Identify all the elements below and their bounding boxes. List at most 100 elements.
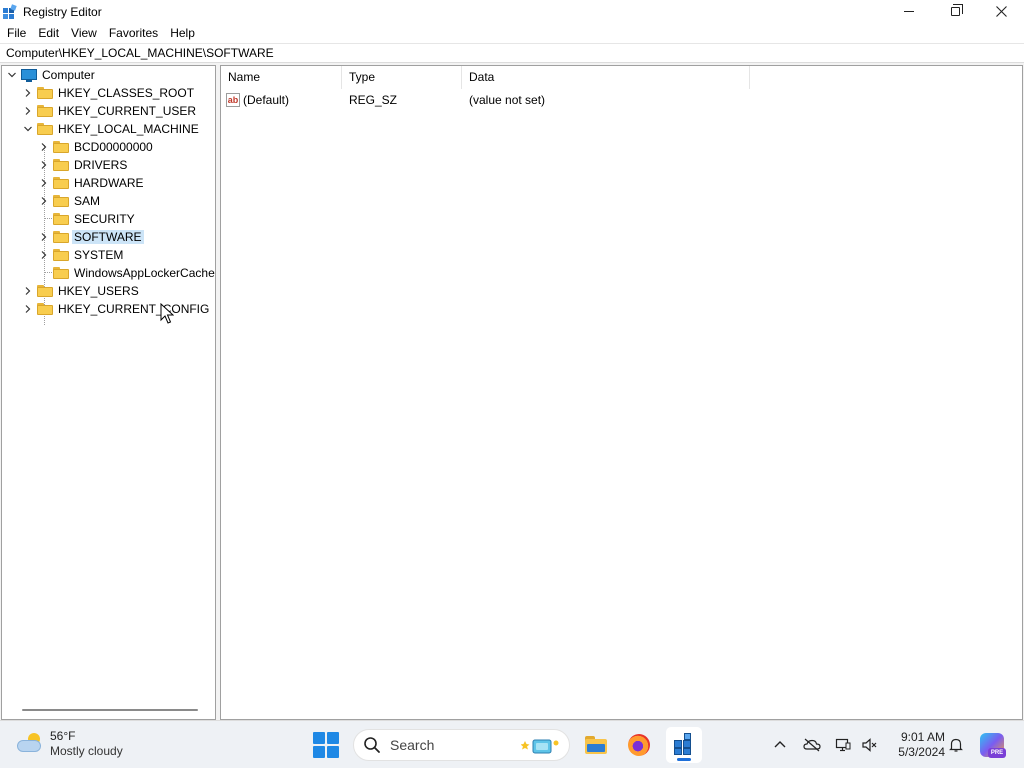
tree-node-label: HKEY_CLASSES_ROOT — [58, 86, 195, 100]
tree-node-system[interactable]: SYSTEM — [39, 246, 123, 264]
folder-icon — [53, 213, 69, 225]
chevron-right-icon[interactable] — [39, 142, 49, 152]
active-app-indicator — [677, 758, 691, 761]
chevron-right-icon[interactable] — [23, 286, 33, 296]
tree-node-hkey-local-machine[interactable]: HKEY_LOCAL_MACHINE — [23, 120, 199, 138]
tree-horizontal-scrollbar[interactable] — [22, 709, 198, 711]
tree-node-hkey-users[interactable]: HKEY_USERS — [23, 282, 139, 300]
tree-node-label: HKEY_CURRENT_USER — [58, 104, 197, 118]
folder-icon — [53, 231, 69, 243]
chevron-right-icon[interactable] — [39, 250, 49, 260]
tree-node-label: HARDWARE — [74, 176, 144, 190]
folder-icon — [37, 87, 53, 99]
tree-node-bcd00000000[interactable]: BCD00000000 — [39, 138, 153, 156]
folder-icon — [37, 303, 53, 315]
value-name-cell: ab (Default) — [221, 93, 342, 108]
chevron-right-icon[interactable] — [39, 196, 49, 206]
tree-node-security[interactable]: SECURITY — [39, 210, 135, 228]
copilot-preview-badge: PRE — [988, 748, 1006, 758]
file-explorer-icon — [585, 736, 607, 754]
file-explorer-button[interactable] — [578, 727, 614, 763]
chevron-right-icon[interactable] — [23, 106, 33, 116]
folder-icon — [53, 141, 69, 153]
tree-node-hkey-current-config[interactable]: HKEY_CURRENT_CONFIG — [23, 300, 209, 318]
notifications-button[interactable] — [948, 721, 964, 768]
tree-node-label: SAM — [74, 194, 101, 208]
taskbar-clock[interactable]: 9:01 AM 5/3/2024 — [887, 730, 945, 760]
search-icon — [364, 737, 380, 753]
menu-file[interactable]: File — [0, 23, 32, 43]
clock-date: 5/3/2024 — [898, 745, 945, 759]
column-header-type[interactable]: Type — [342, 66, 462, 89]
bell-icon — [949, 738, 963, 752]
chevron-down-icon[interactable] — [23, 124, 33, 134]
volume-muted-icon — [862, 738, 877, 752]
chevron-right-icon[interactable] — [23, 88, 33, 98]
column-header-name[interactable]: Name — [221, 66, 342, 89]
tree-node-label-selected: SOFTWARE — [72, 230, 144, 244]
tree-node-label: HKEY_LOCAL_MACHINE — [58, 122, 199, 136]
chevron-right-icon[interactable] — [23, 304, 33, 314]
tree-node-label: Computer — [42, 68, 95, 82]
tree-node-label: DRIVERS — [74, 158, 128, 172]
firefox-button[interactable] — [621, 727, 657, 763]
chevron-right-icon[interactable] — [39, 178, 49, 188]
address-bar[interactable]: Computer\HKEY_LOCAL_MACHINE\SOFTWARE — [0, 43, 1024, 63]
search-placeholder: Search — [390, 737, 435, 753]
volume-button[interactable] — [861, 721, 877, 768]
tree-node-hkey-classes-root[interactable]: HKEY_CLASSES_ROOT — [23, 84, 194, 102]
menu-edit[interactable]: Edit — [32, 23, 65, 43]
tree-node-windowsapplockercache[interactable]: WindowsAppLockerCache — [39, 264, 215, 282]
weather-widget[interactable]: 56°F Mostly cloudy — [16, 729, 123, 759]
tree-node-drivers[interactable]: DRIVERS — [39, 156, 127, 174]
minimize-button[interactable] — [886, 0, 932, 23]
string-value-icon: ab — [226, 93, 240, 108]
address-path: Computer\HKEY_LOCAL_MACHINE\SOFTWARE — [6, 46, 274, 60]
chevron-right-icon[interactable] — [39, 160, 49, 170]
folder-icon — [53, 177, 69, 189]
network-button[interactable] — [835, 721, 851, 768]
menu-bar: File Edit View Favorites Help — [0, 23, 1024, 43]
close-button[interactable] — [978, 0, 1024, 23]
tree-node-software[interactable]: SOFTWARE — [39, 228, 144, 246]
folder-icon — [53, 195, 69, 207]
chevron-right-icon[interactable] — [39, 232, 49, 242]
value-data: (value not set) — [469, 93, 546, 107]
tree-node-computer[interactable]: Computer — [7, 66, 95, 84]
tree-node-sam[interactable]: SAM — [39, 192, 100, 210]
column-header-data[interactable]: Data — [462, 66, 750, 89]
menu-help[interactable]: Help — [164, 23, 201, 43]
values-list-pane[interactable]: Name Type Data ab (Default) REG_SZ (value… — [220, 65, 1023, 720]
tree-node-hkey-current-user[interactable]: HKEY_CURRENT_USER — [23, 102, 196, 120]
menu-view[interactable]: View — [65, 23, 103, 43]
show-hidden-icons-button[interactable] — [772, 721, 788, 768]
start-button[interactable] — [313, 732, 339, 758]
tree-node-label: SECURITY — [74, 212, 135, 226]
minimize-icon — [904, 11, 914, 12]
network-icon — [835, 738, 851, 752]
registry-editor-taskbar-button[interactable] — [666, 727, 702, 763]
registry-editor-icon — [674, 733, 694, 755]
registry-editor-app-icon — [3, 3, 17, 19]
firefox-icon — [628, 734, 650, 756]
tree-node-label: SYSTEM — [74, 248, 124, 262]
taskbar: 56°F Mostly cloudy Search 9:01 AM 5/3/20… — [0, 720, 1024, 768]
key-tree-pane[interactable]: Computer HKEY_CLASSES_ROOT HKEY_CURRENT_… — [1, 65, 216, 720]
value-name: (Default) — [243, 92, 290, 107]
menu-favorites[interactable]: Favorites — [103, 23, 164, 43]
weather-condition: Mostly cloudy — [50, 744, 123, 758]
tree-node-hardware[interactable]: HARDWARE — [39, 174, 144, 192]
search-highlight-icon — [521, 739, 559, 754]
chevron-up-icon — [774, 741, 786, 748]
onedrive-button[interactable] — [803, 721, 821, 768]
folder-icon — [53, 267, 69, 279]
clock-time: 9:01 AM — [900, 730, 945, 744]
folder-icon — [37, 285, 53, 297]
value-row[interactable]: ab (Default) REG_SZ (value not set) — [221, 90, 750, 110]
tree-node-label: BCD00000000 — [74, 140, 153, 154]
taskbar-search-box[interactable]: Search — [353, 729, 570, 761]
close-icon — [995, 6, 1007, 17]
restore-button[interactable] — [932, 0, 978, 23]
chevron-down-icon[interactable] — [7, 70, 17, 80]
tree-node-label: HKEY_USERS — [58, 284, 139, 298]
